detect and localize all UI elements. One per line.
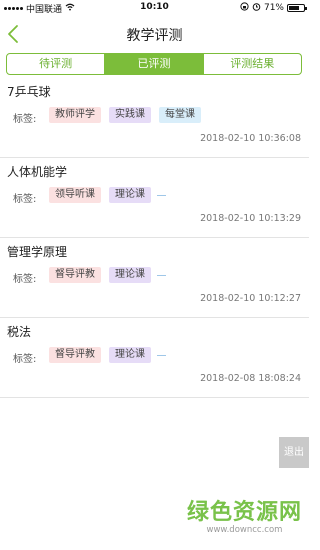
lock-rotation-icon <box>240 2 249 14</box>
tab-pending[interactable]: 待评测 <box>7 54 104 74</box>
tag-prefix: 标签: <box>13 274 37 285</box>
timestamp: 2018-02-10 10:12:27 <box>200 293 301 304</box>
empty-tag-divider <box>157 354 166 356</box>
tag-group: 领导听课 理论课 <box>49 187 166 203</box>
tab-evaluated[interactable]: 已评测 <box>104 54 203 74</box>
tag-group: 督导评教 理论课 <box>49 347 166 363</box>
tag-group: 督导评教 理论课 <box>49 267 166 283</box>
timestamp: 2018-02-08 18:08:24 <box>200 373 301 384</box>
timestamp: 2018-02-10 10:13:29 <box>200 213 301 224</box>
tab-results[interactable]: 评测结果 <box>202 54 301 74</box>
tag-badge: 每堂课 <box>159 107 201 123</box>
course-name: 管理学原理 <box>7 245 68 259</box>
watermark-url: www.downcc.com <box>206 525 283 535</box>
tag-badge: 理论课 <box>109 267 151 283</box>
tag-badge: 督导评教 <box>49 347 101 363</box>
battery-icon <box>287 4 307 12</box>
course-name: 税法 <box>7 325 32 339</box>
list-item[interactable]: 税法 标签: 督导评教 理论课 2018-02-08 18:08:24 <box>0 318 309 398</box>
tag-prefix: 标签: <box>13 354 37 365</box>
tag-badge: 实践课 <box>109 107 151 123</box>
nav-bar: 教学评测 <box>0 18 309 50</box>
watermark: 绿色资源网 www.downcc.com <box>182 494 307 535</box>
tag-badge: 领导听课 <box>49 187 101 203</box>
status-right: 71% <box>240 2 307 14</box>
logout-button[interactable]: 退出 <box>279 437 309 468</box>
status-bar: 中国联通 10:10 71% <box>0 0 309 16</box>
course-name: 7乒乓球 <box>7 85 51 99</box>
page-title: 教学评测 <box>126 28 183 44</box>
empty-tag-divider <box>157 274 166 276</box>
list-item[interactable]: 人体机能学 标签: 领导听课 理论课 2018-02-10 10:13:29 <box>0 158 309 238</box>
alarm-icon <box>252 2 261 14</box>
tag-badge: 教师评学 <box>49 107 101 123</box>
course-name: 人体机能学 <box>7 165 68 179</box>
battery-percent: 71% <box>263 3 284 13</box>
timestamp: 2018-02-10 10:36:08 <box>200 133 301 144</box>
tag-group: 教师评学 实践课 每堂课 <box>49 107 201 123</box>
tab-bar: 待评测 已评测 评测结果 <box>6 53 302 75</box>
evaluation-list: 7乒乓球 标签: 教师评学 实践课 每堂课 2018-02-10 10:36:0… <box>0 78 309 398</box>
empty-tag-divider <box>157 194 166 196</box>
tag-prefix: 标签: <box>13 194 37 205</box>
tag-badge: 理论课 <box>109 347 151 363</box>
watermark-text: 绿色资源网 <box>186 500 302 525</box>
list-item[interactable]: 7乒乓球 标签: 教师评学 实践课 每堂课 2018-02-10 10:36:0… <box>0 78 309 158</box>
tag-prefix: 标签: <box>13 114 37 125</box>
list-item[interactable]: 管理学原理 标签: 督导评教 理论课 2018-02-10 10:12:27 <box>0 238 309 318</box>
tag-badge: 理论课 <box>109 187 151 203</box>
tag-badge: 督导评教 <box>49 267 101 283</box>
